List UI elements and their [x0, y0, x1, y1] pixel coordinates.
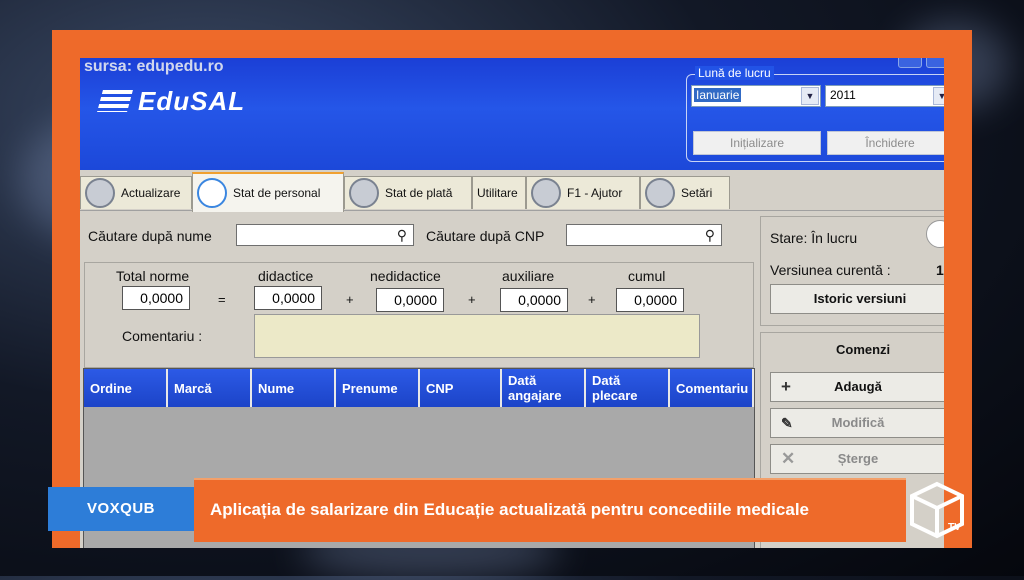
chevron-down-icon[interactable]: ▼ — [933, 87, 944, 105]
list-icon — [349, 178, 379, 208]
minimize-button[interactable] — [898, 58, 922, 68]
month-select-value: Ianuarie — [694, 88, 742, 102]
auxiliare-field[interactable]: 0,0000 — [500, 288, 568, 312]
tab-label: F1 - Ajutor — [567, 186, 623, 200]
tab-actualizare[interactable]: Actualizare — [80, 176, 192, 209]
logo-mark-icon — [97, 90, 133, 112]
comment-label: Comentariu : — [122, 328, 203, 344]
pencil-icon: ✎ — [781, 415, 793, 431]
column-header[interactable]: Prenume — [336, 369, 420, 407]
tab-setari[interactable]: Setări — [640, 176, 730, 209]
tab-stat-de-personal[interactable]: Stat de personal — [192, 172, 344, 212]
nedidactice-label: nedidactice — [370, 268, 441, 284]
delete-button-label: Șterge — [837, 451, 879, 466]
add-button[interactable]: + Adaugă — [770, 372, 944, 402]
auxiliare-label: auxiliare — [502, 268, 555, 284]
person-icon — [197, 178, 227, 208]
cumul-label: cumul — [628, 268, 666, 284]
total-norms-label: Total norme — [116, 268, 190, 284]
help-icon — [531, 178, 561, 208]
search-name-input[interactable]: ⚲ — [236, 224, 414, 246]
search-name-label: Căutare după nume — [88, 228, 212, 244]
commands-title: Comenzi — [836, 342, 891, 357]
edit-button[interactable]: ✎ Modifică — [770, 408, 944, 438]
logo-text: EduSAL — [138, 86, 246, 116]
maximize-button[interactable] — [926, 58, 944, 68]
app-logo: EduSAL — [97, 86, 246, 117]
tab-label: Setări — [681, 186, 713, 200]
column-header[interactable]: Marcă — [168, 369, 252, 407]
close-button[interactable]: Închidere — [827, 131, 944, 155]
tv-badge: TV — [948, 522, 961, 533]
version-label: Versiunea curentă : — [770, 262, 891, 278]
work-month-legend: Lună de lucru — [695, 66, 774, 80]
column-header[interactable]: Dată plecare — [586, 369, 670, 407]
news-banner: Aplicația de salarizare din Educație act… — [194, 478, 906, 542]
plus-sign: + — [468, 292, 476, 307]
plus-sign: + — [588, 292, 596, 307]
tab-utilitare[interactable]: Utilitare — [472, 176, 526, 209]
chevron-down-icon[interactable]: ▼ — [801, 87, 819, 105]
add-button-label: Adaugă — [834, 379, 882, 394]
tab-label: Stat de plată — [385, 186, 453, 200]
tab-label: Utilitare — [477, 186, 518, 200]
history-versions-button[interactable]: Istoric versiuni — [770, 284, 944, 314]
total-norms-field[interactable]: 0,0000 — [122, 286, 190, 310]
didactice-label: didactice — [258, 268, 314, 284]
column-header[interactable]: Nume — [252, 369, 336, 407]
tab-label: Stat de personal — [233, 186, 321, 200]
tab-label: Actualizare — [121, 186, 181, 200]
nedidactice-field[interactable]: 0,0000 — [376, 288, 444, 312]
year-select[interactable]: 2011 ▼ — [825, 85, 944, 107]
year-select-value: 2011 — [830, 88, 856, 102]
init-button[interactable]: Inițializare — [693, 131, 821, 155]
search-icon[interactable]: ⚲ — [397, 227, 407, 244]
brand-label: VOXQUB — [48, 487, 194, 531]
voxqub-tv-logo: TV — [906, 480, 968, 540]
refresh-icon — [85, 178, 115, 208]
tab-f1-ajutor[interactable]: F1 - Ajutor — [526, 176, 640, 209]
close-icon: ✕ — [781, 449, 796, 468]
edit-button-label: Modifică — [831, 415, 885, 430]
equals-sign: = — [218, 292, 226, 307]
column-header[interactable]: Dată angajare — [502, 369, 586, 407]
banner-headline: Aplicația de salarizare din Educație act… — [210, 500, 809, 519]
status-text: Stare: În lucru — [770, 230, 858, 246]
plus-sign: + — [346, 292, 354, 307]
search-cnp-label: Căutare după CNP — [426, 228, 545, 244]
plus-icon: + — [781, 377, 791, 396]
search-icon[interactable]: ⚲ — [705, 227, 715, 244]
search-cnp-input[interactable]: ⚲ — [566, 224, 722, 246]
didactice-field[interactable]: 0,0000 — [254, 286, 322, 310]
column-header[interactable]: Ordine — [84, 369, 168, 407]
month-select[interactable]: Ianuarie ▼ — [691, 85, 821, 107]
app-header: sursa: edupedu.ro EduSAL Lună de lucru I… — [80, 58, 944, 170]
tab-stat-de-plata[interactable]: Stat de plată — [344, 176, 472, 209]
table-header: Ordine Marcă Nume Prenume CNP Dată angaj… — [84, 369, 754, 407]
version-value: 1 — [936, 262, 944, 278]
comment-field[interactable] — [254, 314, 700, 358]
source-watermark: sursa: edupedu.ro — [84, 58, 224, 75]
column-header[interactable]: CNP — [420, 369, 502, 407]
cumul-field[interactable]: 0,0000 — [616, 288, 684, 312]
gear-icon — [645, 178, 675, 208]
edusal-window: sursa: edupedu.ro EduSAL Lună de lucru I… — [80, 58, 944, 548]
delete-button[interactable]: ✕ Șterge — [770, 444, 944, 474]
column-header[interactable]: Comentariu — [670, 369, 754, 407]
work-month-group: Lună de lucru Ianuarie ▼ 2011 ▼ Inițiali… — [686, 66, 944, 162]
tab-bar: Actualizare Stat de personal Stat de pla… — [80, 170, 944, 212]
